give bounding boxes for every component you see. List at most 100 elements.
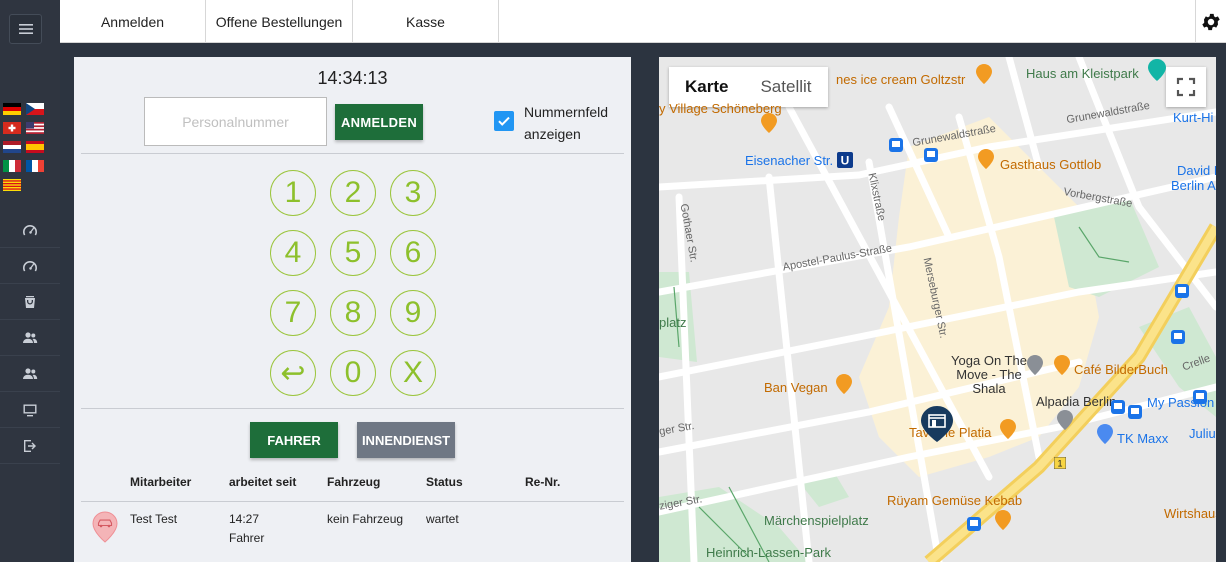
- tab-kasse[interactable]: Kasse: [353, 0, 499, 43]
- restaurant-marker-icon[interactable]: [978, 149, 994, 169]
- key-5[interactable]: 5: [330, 230, 376, 276]
- map-label: platz: [659, 315, 687, 330]
- de-flag[interactable]: [3, 103, 21, 115]
- dashboard-icon: [23, 224, 37, 235]
- users-icon: [23, 367, 38, 379]
- bus-stop-icon[interactable]: [967, 517, 981, 531]
- users-icon: [23, 331, 38, 343]
- restaurant-marker-icon[interactable]: [836, 374, 852, 394]
- menu-toggle-button[interactable]: [9, 14, 42, 44]
- key-9[interactable]: 9: [390, 290, 436, 336]
- bus-stop-icon[interactable]: [1128, 405, 1142, 419]
- place-marker-icon[interactable]: [1027, 355, 1043, 375]
- sidebar-item-users-2[interactable]: [0, 356, 60, 392]
- fahrer-button[interactable]: FAHRER: [250, 422, 338, 458]
- sidebar-item-users[interactable]: [0, 320, 60, 356]
- nummernfeld-label: Nummernfeld anzeigen: [524, 104, 609, 142]
- driver-marker-icon: [92, 511, 118, 543]
- tab-anmelden[interactable]: Anmelden: [60, 0, 206, 43]
- fullscreen-icon: [1176, 77, 1196, 97]
- bus-stop-icon[interactable]: [889, 138, 903, 152]
- es-flag[interactable]: [26, 141, 44, 153]
- bus-stop-icon[interactable]: [1111, 400, 1125, 414]
- divider: [81, 408, 624, 409]
- ubahn-icon[interactable]: U: [837, 152, 853, 168]
- cell-arbeitet-seit-time: 14:27: [229, 512, 260, 526]
- key-7[interactable]: 7: [270, 290, 316, 336]
- bus-stop-icon[interactable]: [1171, 330, 1185, 344]
- sidebar-item-dashboard-2[interactable]: [0, 248, 60, 284]
- map-label: TK Maxx: [1117, 431, 1169, 446]
- col-header-arbeitet-seit: arbeitet seit: [229, 475, 297, 489]
- personalnummer-input[interactable]: [144, 97, 327, 146]
- map-label: Märchenspielplatz: [764, 513, 869, 528]
- sidebar-item-orders[interactable]: [0, 284, 60, 320]
- logout-icon: [24, 439, 36, 452]
- key-1[interactable]: 1: [270, 170, 316, 216]
- map-label: Berlin Apar: [1171, 178, 1216, 193]
- col-header-status: Status: [426, 475, 463, 489]
- cell-arbeitet-seit-role: Fahrer: [229, 531, 265, 545]
- sidebar-nav: [0, 212, 60, 464]
- checkmark-icon: [498, 116, 510, 126]
- fr-flag[interactable]: [26, 160, 44, 172]
- cell-status: wartet: [426, 512, 459, 526]
- innendienst-button[interactable]: INNENDIENST: [357, 422, 455, 458]
- cz-flag[interactable]: [26, 103, 44, 115]
- cell-mitarbeiter: Test Test: [130, 512, 178, 526]
- museum-marker-icon[interactable]: [1148, 59, 1166, 81]
- svg-text:U: U: [841, 154, 850, 168]
- gear-icon: [1202, 13, 1220, 30]
- sidebar-item-logout[interactable]: [0, 428, 60, 464]
- key-2[interactable]: 2: [330, 170, 376, 216]
- tab-offene-bestellungen[interactable]: Offene Bestellungen: [206, 0, 353, 43]
- nl-flag[interactable]: [3, 141, 21, 153]
- fullscreen-button[interactable]: [1166, 67, 1206, 107]
- nummernfeld-checkbox[interactable]: [494, 111, 514, 131]
- key-clear[interactable]: X: [390, 350, 436, 396]
- login-panel: 14:34:13 ANMELDEN Nummernfeld anzeigen 1…: [74, 57, 631, 562]
- map-label: Café BilderBuch: [1074, 362, 1168, 377]
- map-label: Wirtshaus: [1164, 506, 1216, 521]
- map-label: Ban Vegan: [764, 380, 828, 395]
- map-label: Juliu: [1189, 426, 1216, 441]
- col-header-mitarbeiter: Mitarbeiter: [130, 475, 192, 489]
- store-location-marker-icon[interactable]: [921, 406, 953, 442]
- map[interactable]: Karte Satellit nes ice cream Goltzstr Ha…: [659, 57, 1216, 562]
- map-label: David Bo: [1177, 163, 1216, 178]
- it-flag[interactable]: [3, 160, 21, 172]
- restaurant-marker-icon[interactable]: [1000, 419, 1016, 439]
- numeric-keypad: 1 2 3 4 5 6 7 8 9 ↩ 0 X: [270, 170, 440, 396]
- key-8[interactable]: 8: [330, 290, 376, 336]
- school-marker-icon[interactable]: [1057, 410, 1073, 430]
- yoga-label: Yoga On The Move - The Shala: [951, 353, 1027, 396]
- map-label: Alpadia Berlin: [1036, 394, 1117, 409]
- bus-stop-icon[interactable]: [1175, 284, 1189, 298]
- key-4[interactable]: 4: [270, 230, 316, 276]
- restaurant-marker-icon[interactable]: [995, 510, 1011, 530]
- key-enter[interactable]: ↩: [270, 350, 316, 396]
- divider: [81, 153, 624, 154]
- cafe-marker-icon[interactable]: [1054, 355, 1070, 375]
- key-0[interactable]: 0: [330, 350, 376, 396]
- divider: [81, 501, 624, 502]
- sidebar-item-monitor[interactable]: [0, 392, 60, 428]
- restaurant-marker-icon[interactable]: [976, 64, 992, 84]
- us-flag[interactable]: [26, 122, 44, 134]
- key-3[interactable]: 3: [390, 170, 436, 216]
- road-shield-icon: 1: [1054, 457, 1066, 469]
- key-6[interactable]: 6: [390, 230, 436, 276]
- bus-stop-icon[interactable]: [924, 148, 938, 162]
- shop-marker-icon[interactable]: [1097, 424, 1113, 444]
- catalonia-flag[interactable]: [3, 179, 21, 191]
- anmelden-button[interactable]: ANMELDEN: [335, 104, 423, 140]
- settings-button[interactable]: [1195, 0, 1226, 43]
- restaurant-marker-icon[interactable]: [761, 113, 777, 133]
- language-flags: [3, 103, 49, 191]
- col-header-fahrzeug: Fahrzeug: [327, 475, 381, 489]
- ch-flag[interactable]: [3, 122, 21, 134]
- sidebar-item-dashboard[interactable]: [0, 212, 60, 248]
- bus-stop-icon[interactable]: [1193, 390, 1207, 404]
- bag-icon: [25, 295, 35, 308]
- clock: 14:34:13: [317, 68, 388, 88]
